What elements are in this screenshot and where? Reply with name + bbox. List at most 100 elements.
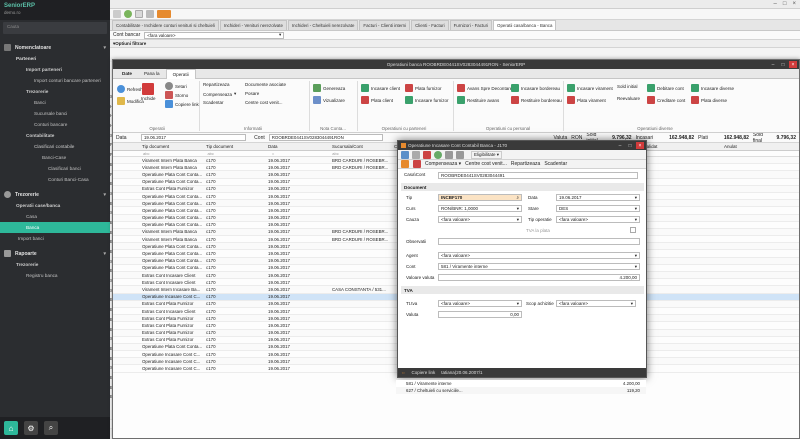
compenseaza-button[interactable]: Compenseaza ▾ xyxy=(425,161,461,167)
delete-icon[interactable] xyxy=(423,150,431,159)
refresh-icon[interactable] xyxy=(124,10,132,18)
data-field[interactable]: 19.06.2017 ▾ xyxy=(556,194,640,201)
col-anulat[interactable]: Anulat xyxy=(722,144,782,149)
incasare-diverse-button[interactable]: Incasare diverse xyxy=(691,84,734,92)
incasare-virament-button[interactable]: Incasare virament xyxy=(567,84,613,92)
maximize-icon[interactable]: □ xyxy=(626,142,634,149)
home-icon[interactable]: ⌂ xyxy=(4,421,18,435)
info-icon[interactable] xyxy=(434,150,442,159)
curs-field[interactable]: RON/BNR: 1,0000 ▾ xyxy=(438,205,522,212)
close-icon[interactable]: × xyxy=(636,142,644,149)
sidebar-item-trezorerie-rapoarte[interactable]: Trezorerie xyxy=(0,259,110,270)
setari-button[interactable]: Setari xyxy=(165,82,187,90)
tab-operatii[interactable]: Operatii xyxy=(165,68,196,79)
documente-asociate-button[interactable]: Documente asociate xyxy=(245,82,286,87)
observatii-field[interactable] xyxy=(438,238,640,245)
plata-furnizor-button[interactable]: Plata furnizor xyxy=(405,84,442,92)
vizualizare-button[interactable]: Vizualizare xyxy=(313,96,345,104)
compenseaza-button[interactable]: Compenseaza ▾ xyxy=(203,91,236,97)
link-icon[interactable] xyxy=(413,160,421,168)
scadentar-button[interactable]: Scadentar xyxy=(544,161,567,167)
plata-diverse-button[interactable]: Plata diverse xyxy=(691,96,727,104)
sidebar-item-import-banci[interactable]: Import banci xyxy=(0,233,110,244)
calc-icon[interactable] xyxy=(456,150,464,159)
sidebar-item-import-parteneri[interactable]: Import parteneri xyxy=(0,64,110,75)
reevaluare-button[interactable]: Reevaluare xyxy=(617,96,640,101)
cont-field[interactable]: ROOBRDE0441SV0283044491RON xyxy=(268,134,384,141)
maximize-icon[interactable]: □ xyxy=(779,61,787,68)
save-icon[interactable] xyxy=(401,150,409,159)
restituire-avans-button[interactable]: Restituire avans xyxy=(457,96,499,104)
settings-icon[interactable]: ⚙ xyxy=(24,421,38,435)
valuta-field[interactable]: 0,00 xyxy=(438,311,522,318)
storno-button[interactable]: Storno xyxy=(165,91,188,99)
print-icon[interactable] xyxy=(412,150,420,159)
plata-client-button[interactable]: Plata client xyxy=(361,96,393,104)
sidebar-item-banci[interactable]: Banci xyxy=(0,97,110,108)
centre-cost-button[interactable]: Centre cost venit... xyxy=(465,161,507,167)
posare-button[interactable]: Posare xyxy=(245,91,259,96)
sidebar-section-rapoarte[interactable]: Rapoarte ▾ xyxy=(0,248,110,259)
print-icon[interactable] xyxy=(146,10,154,18)
sidebar-item-trezorerie-1[interactable]: Trezorerie xyxy=(0,86,110,97)
minimize-icon[interactable]: – xyxy=(769,61,777,68)
col-data[interactable]: Data xyxy=(266,144,330,149)
plata-virament-button[interactable]: Plata virament xyxy=(567,96,606,104)
tab-operatii-banca[interactable]: Operatii casa/banca - Banca xyxy=(493,20,557,30)
creditare-cont-button[interactable]: Creditare cont xyxy=(647,96,685,104)
window-title-bar[interactable]: Operatiuni banca ROOBRDE0441SV0283044491… xyxy=(113,60,799,69)
sidebar-item-clasificari-contabile[interactable]: Clasificari contabile xyxy=(0,141,110,152)
tab-inchidere-conturi[interactable]: Contabilitate - Inchidere conturi venitu… xyxy=(112,20,219,30)
sidebar-item-clasificari-banci[interactable]: Clasificari banci xyxy=(0,163,110,174)
casa-cont-field[interactable]: ROOBRDE0441SV0283044491 xyxy=(438,172,638,179)
incasare-bordereau-button[interactable]: Incasare bordereau xyxy=(511,84,560,92)
sidebar-section-trezorerie[interactable]: Trezorerie ▾ xyxy=(0,189,110,200)
cont-field[interactable]: 581 / Viramente interne ▾ xyxy=(438,263,640,270)
tip-operatie-field[interactable]: <fara valoare> ▾ xyxy=(556,216,640,223)
eligibilitate-button[interactable]: Eligibilitate ▾ xyxy=(471,150,503,159)
copiere-link-status[interactable]: Copiere link xyxy=(412,370,436,375)
window-title-bar[interactable]: Operatiune Incasare Cont Contabil Banca … xyxy=(398,141,646,150)
stare-field[interactable]: DES ▾ xyxy=(556,205,640,212)
sidebar-item-banca[interactable]: Banca xyxy=(0,222,110,233)
cauza-field[interactable]: <fara valoare> ▾ xyxy=(438,216,522,223)
sidebar-item-sucursale-banci[interactable]: Sucursale banci xyxy=(0,108,110,119)
col-sucursala-cont[interactable]: Sucursala/Cont xyxy=(330,144,392,149)
minimize-icon[interactable]: – xyxy=(616,142,624,149)
tab-clienti-facturi[interactable]: Clienti - Facturi xyxy=(411,20,449,30)
search-icon[interactable]: ⌕ xyxy=(44,421,58,435)
col-tip-document-2[interactable]: Tip document xyxy=(204,144,266,149)
sidebar-item-registru-banca[interactable]: Registru banca xyxy=(0,270,110,281)
minimize-icon[interactable]: – xyxy=(774,1,777,7)
sidebar-item-operatii-case-banca[interactable]: Operatii case/banca xyxy=(0,200,110,211)
tab-date[interactable]: Date xyxy=(116,69,138,78)
tab-cheltuieli-nerezolvate[interactable]: Inchideri - Cheltuieli nerezolvate xyxy=(287,20,359,30)
document-icon[interactable] xyxy=(401,160,409,168)
scop-field[interactable]: <fara valoare> ▾ xyxy=(556,300,636,307)
list-icon[interactable] xyxy=(445,150,453,159)
filter-combo[interactable]: <fara valoare> ▾ xyxy=(144,31,285,39)
agent-field[interactable]: <fara valoare> ▾ xyxy=(438,252,640,259)
sidebar-item-contabilitate[interactable]: Contabilitate xyxy=(0,130,110,141)
tab-furnizori-facturi[interactable]: Furnizori - Facturi xyxy=(449,20,493,30)
sidebar-item-parteneri[interactable]: Parteneri xyxy=(0,53,110,64)
genereaza-button[interactable]: Genereaza xyxy=(313,84,345,92)
sidebar-item-casa[interactable]: Casa xyxy=(0,211,110,222)
tva-plata-checkbox[interactable] xyxy=(630,227,636,233)
close-icon[interactable]: × xyxy=(789,61,797,68)
maximize-icon[interactable]: □ xyxy=(783,1,787,7)
sidebar-item-import-conturi[interactable]: Import conturi bancare parteneri xyxy=(0,75,110,86)
tab-pana-la[interactable]: Pana la xyxy=(138,69,166,78)
options-bar[interactable]: ▾ Optiuni filtrare xyxy=(110,40,800,48)
back-icon[interactable] xyxy=(113,10,121,18)
incasare-furnizor-button[interactable]: Incasare furnizor xyxy=(405,96,449,104)
sold-initial-button[interactable]: Sold initial xyxy=(617,84,638,89)
sidebar-item-conturi-banci-casa[interactable]: Conturi Banci-Casa xyxy=(0,174,110,185)
debitare-cont-button[interactable]: Debitare cont xyxy=(647,84,684,92)
date-field[interactable]: 19.06.2017 xyxy=(140,134,247,141)
copiere-link-button[interactable]: Copiere link xyxy=(165,100,199,108)
inchide-button[interactable]: Inchide xyxy=(141,83,156,101)
tip-field[interactable]: INCBF170 ⌕ xyxy=(438,194,522,201)
restituire-bordereau-button[interactable]: Restituire bordereau xyxy=(511,96,562,104)
tab-venituri-nerezolvate[interactable]: Inchideri - Venituri nerezolvate xyxy=(219,20,287,30)
